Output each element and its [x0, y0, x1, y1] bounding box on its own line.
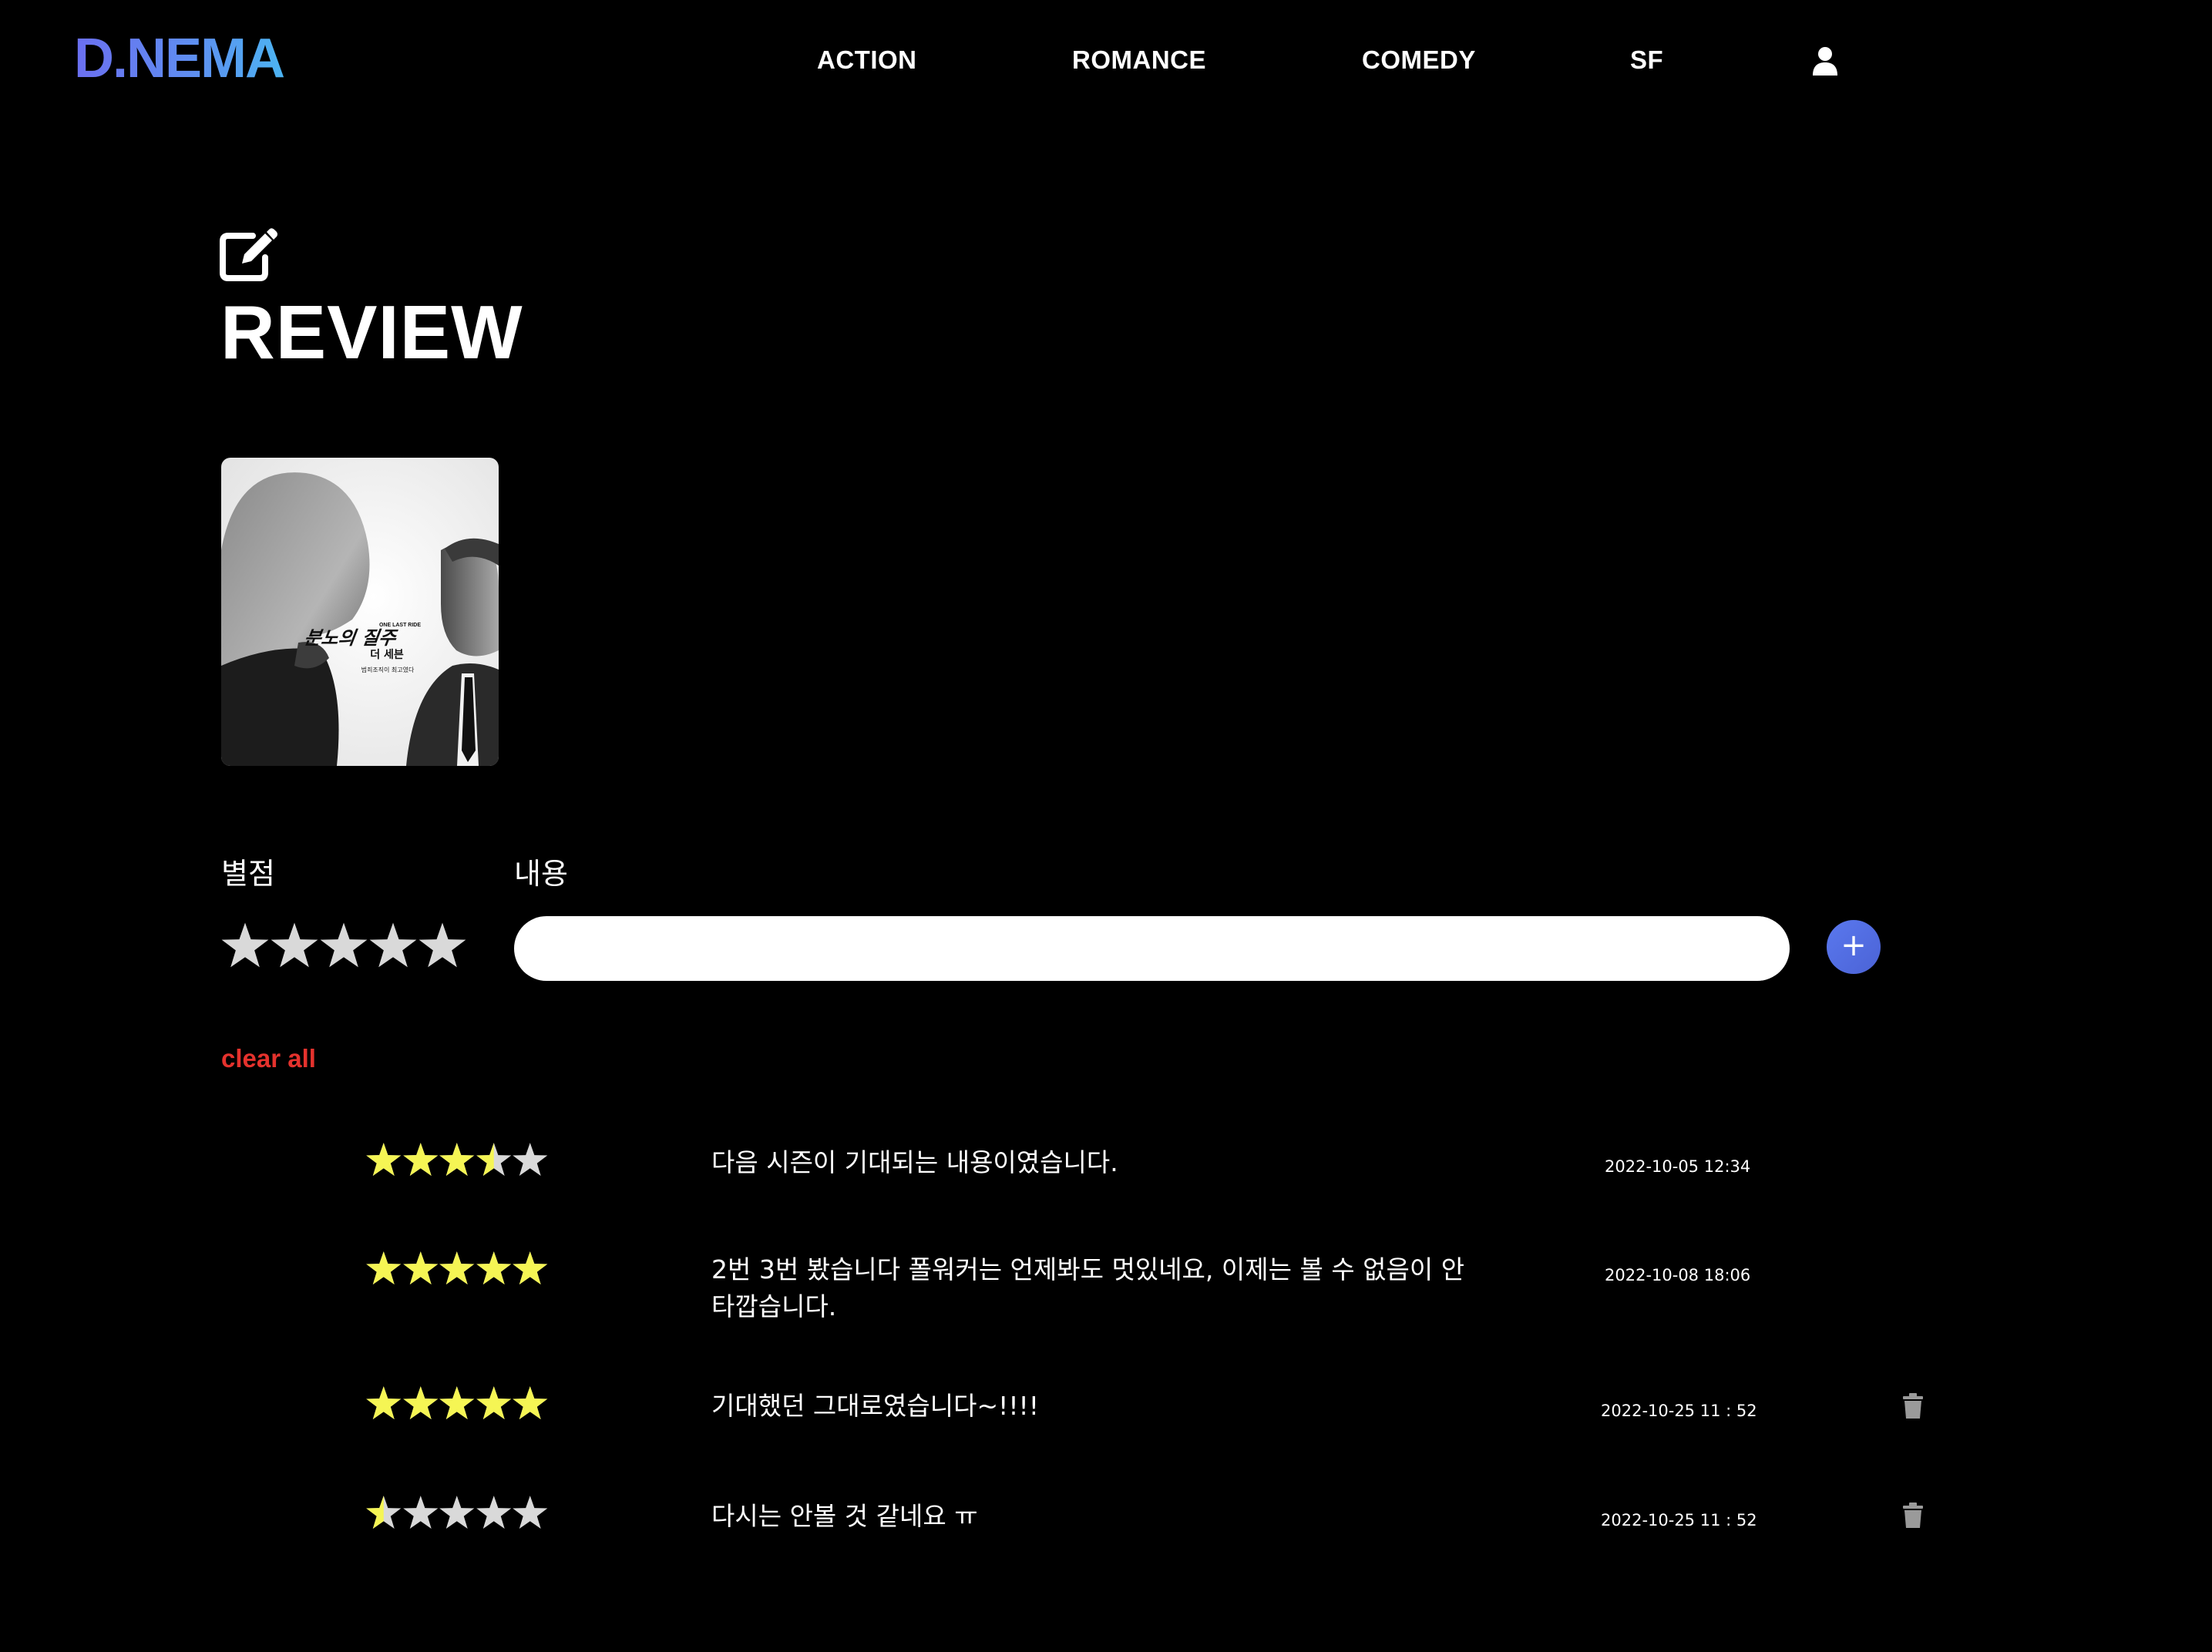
star-icon [513, 1251, 548, 1284]
nav-sf[interactable]: SF [1630, 43, 1663, 77]
rating-label: 별점 [221, 857, 275, 891]
nav-romance[interactable]: ROMANCE [1072, 43, 1206, 77]
edit-icon [220, 228, 277, 281]
star-icon [366, 1251, 402, 1284]
star-icon [366, 1143, 402, 1176]
star-icon [402, 1143, 438, 1176]
star-icon [402, 1386, 438, 1419]
user-icon[interactable] [1811, 46, 1839, 76]
review-text: 기대했던 그대로였습니다~!!!! [711, 1391, 1040, 1421]
star-icon [476, 1386, 511, 1419]
star-icon[interactable] [319, 918, 368, 972]
review-rating [365, 1140, 549, 1180]
add-review-button[interactable]: + [1827, 920, 1881, 974]
star-icon [439, 1496, 475, 1529]
logo[interactable]: D.NEMA [74, 28, 285, 89]
rating-input[interactable] [220, 918, 467, 972]
star-icon[interactable] [368, 918, 418, 972]
review-text: 다시는 안볼 것 같네요 ㅠ [711, 1501, 978, 1531]
review-text: 다음 시즌이 기대되는 내용이였습니다. [711, 1147, 1118, 1177]
poster-subtitle: 더 세븐 [370, 649, 404, 661]
clear-all-button[interactable]: clear all [221, 1042, 316, 1076]
star-icon [366, 1386, 402, 1419]
star-icon[interactable] [418, 918, 467, 972]
review-rating [365, 1383, 549, 1423]
star-icon [513, 1143, 548, 1176]
star-icon [513, 1496, 548, 1529]
star-icon [476, 1143, 511, 1176]
star-icon [513, 1386, 548, 1419]
star-icon[interactable] [220, 918, 270, 972]
review-date: 2022-10-08 18:06 [1605, 1266, 1751, 1284]
star-icon [402, 1251, 438, 1284]
review-date: 2022-10-25 11 : 52 [1601, 1511, 1757, 1529]
poster-title: 분노의 질주 [303, 627, 399, 649]
star-icon [476, 1251, 511, 1284]
movie-poster: ONE LAST RIDE 분노의 질주 더 세븐 범죄조직이 최고였다 [221, 458, 499, 766]
star-icon [476, 1496, 511, 1529]
review-date: 2022-10-25 11 : 52 [1601, 1402, 1757, 1420]
review-content-input[interactable] [514, 916, 1790, 981]
nav-comedy[interactable]: COMEDY [1362, 43, 1476, 77]
review-date: 2022-10-05 12:34 [1605, 1157, 1751, 1176]
star-icon[interactable] [270, 918, 319, 972]
review-text: 2번 3번 봤습니다 폴워커는 언제봐도 멋있네요, 이제는 볼 수 없음이 안… [711, 1254, 1465, 1321]
trash-icon[interactable] [1901, 1393, 1925, 1419]
page-title: REVIEW [220, 290, 523, 374]
plus-icon: + [1841, 928, 1867, 963]
star-icon [439, 1251, 475, 1284]
review-rating [365, 1493, 549, 1533]
star-icon [439, 1386, 475, 1419]
poster-caption: 범죄조직이 최고였다 [361, 666, 415, 673]
star-icon [366, 1496, 402, 1529]
review-rating [365, 1248, 549, 1288]
content-label: 내용 [514, 857, 568, 891]
nav-action[interactable]: ACTION [817, 43, 917, 77]
star-icon [439, 1143, 475, 1176]
trash-icon[interactable] [1901, 1503, 1925, 1529]
star-icon [402, 1496, 438, 1529]
